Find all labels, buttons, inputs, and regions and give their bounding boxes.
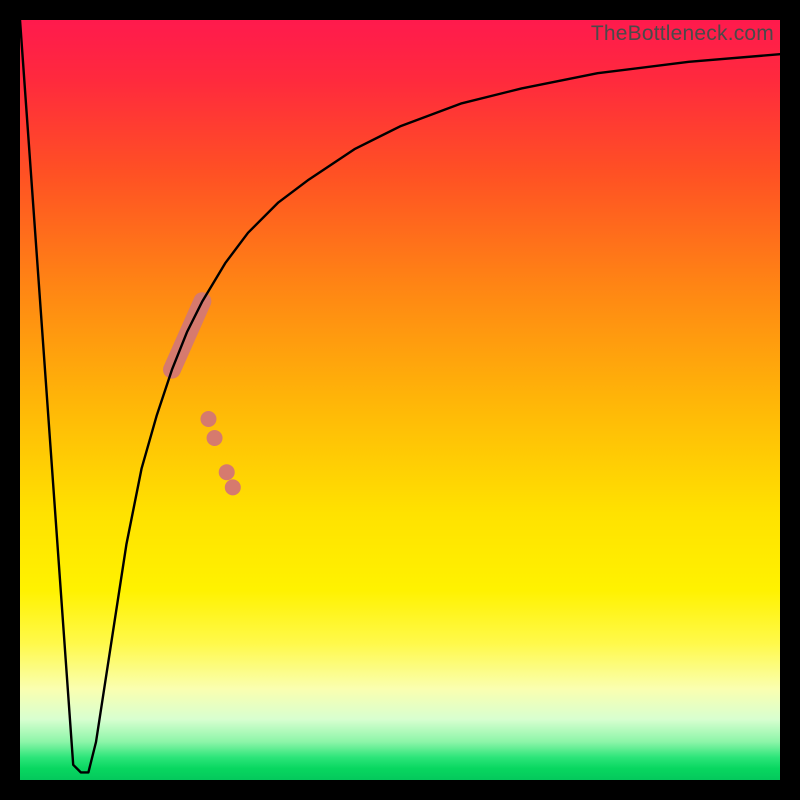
curve-layer [20,20,780,780]
highlight-dot-3 [219,464,235,480]
highlight-markers [172,301,241,495]
chart-frame: TheBottleneck.com [0,0,800,800]
highlight-dot-2 [207,430,223,446]
plot-area: TheBottleneck.com [20,20,780,780]
bottleneck-curve [20,20,780,772]
highlight-dot-1 [200,411,216,427]
highlight-dot-4 [225,479,241,495]
